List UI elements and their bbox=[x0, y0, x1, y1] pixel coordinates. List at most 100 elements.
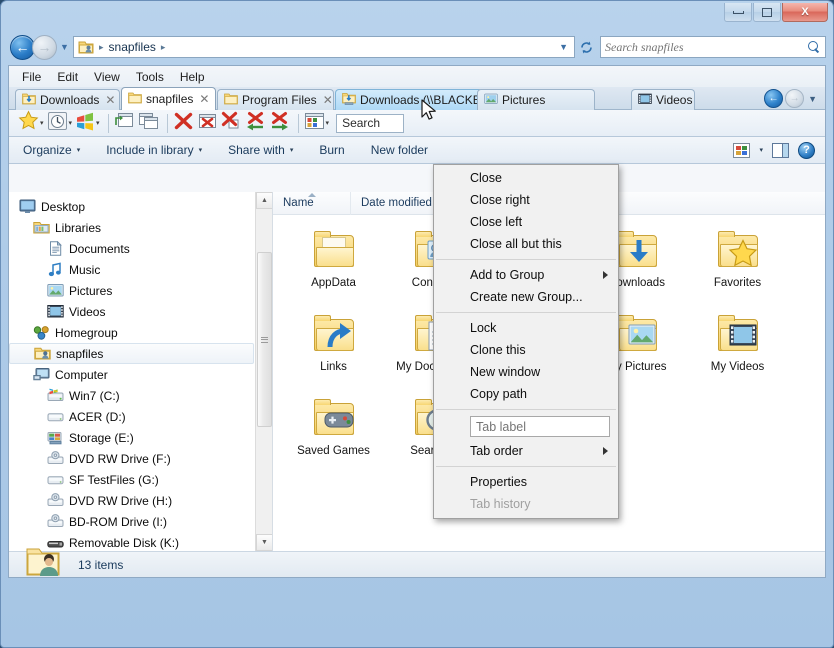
file-item[interactable]: Saved Games bbox=[283, 395, 384, 479]
breadcrumb-separator-2[interactable]: ▸ bbox=[159, 42, 168, 53]
forward-button[interactable]: → bbox=[32, 34, 57, 60]
file-item[interactable]: Favorites bbox=[687, 227, 788, 311]
favorites-button[interactable]: ▾ bbox=[18, 110, 44, 136]
navigation-pane[interactable]: Desktop Libraries Documents Music Pictures Vi… bbox=[9, 192, 273, 551]
scroll-up-button[interactable]: ▲ bbox=[256, 192, 272, 209]
nav-item-dvd-rw-drive-f[interactable]: DVD RW Drive (F:) bbox=[9, 448, 254, 469]
menu-view[interactable]: View bbox=[94, 70, 120, 84]
address-dropdown-icon[interactable]: ▼ bbox=[559, 42, 572, 52]
nav-item-pictures[interactable]: Pictures bbox=[9, 280, 254, 301]
tab-program-files[interactable]: Program Files ✕ bbox=[217, 89, 334, 110]
clone-tab-button[interactable] bbox=[138, 111, 159, 135]
nav-item-libraries[interactable]: Libraries bbox=[9, 217, 254, 238]
menu-item-properties[interactable]: Properties bbox=[434, 471, 618, 493]
tab-forward-button[interactable]: → bbox=[785, 89, 805, 108]
tab-snapfiles[interactable]: snapfiles ✕ bbox=[121, 87, 216, 110]
menu-item-add-to-group[interactable]: Add to Group bbox=[434, 264, 618, 286]
close-all-tabs-button[interactable] bbox=[221, 111, 242, 136]
help-icon[interactable]: ? bbox=[798, 141, 815, 159]
address-bar[interactable]: ▸ snapfiles ▸ ▼ bbox=[73, 36, 575, 58]
close-window-tab-button[interactable] bbox=[197, 111, 218, 136]
nav-item-bd-rom-drive-i[interactable]: BD-ROM Drive (I:) bbox=[9, 511, 254, 532]
change-view-icon[interactable] bbox=[733, 142, 751, 158]
network-folder-icon bbox=[342, 92, 356, 108]
nav-item-storage-e[interactable]: Storage (E:) bbox=[9, 427, 254, 448]
breadcrumb-snapfiles[interactable]: snapfiles bbox=[106, 40, 159, 54]
menu-item-clone-this[interactable]: Clone this bbox=[434, 339, 618, 361]
tab-close-icon[interactable]: ✕ bbox=[321, 93, 333, 107]
file-item[interactable]: AppData bbox=[283, 227, 384, 311]
menu-item-create-new-group[interactable]: Create new Group... bbox=[434, 286, 618, 308]
tab-back-button[interactable]: ← bbox=[764, 89, 784, 108]
maximize-button[interactable] bbox=[753, 3, 781, 22]
nav-item-dvd-rw-drive-h[interactable]: DVD RW Drive (H:) bbox=[9, 490, 254, 511]
burn-button[interactable]: Burn bbox=[319, 143, 344, 157]
chevron-down-icon[interactable]: ▾ bbox=[759, 146, 763, 154]
file-item[interactable]: Links bbox=[283, 311, 384, 395]
nav-item-win7-c[interactable]: Win7 (C:) bbox=[9, 385, 254, 406]
history-button[interactable]: ▾ bbox=[47, 111, 73, 136]
nav-item-sf-testfiles-g[interactable]: SF TestFiles (G:) bbox=[9, 469, 254, 490]
menu-item-close-right[interactable]: Close right bbox=[434, 189, 618, 211]
new-folder-button[interactable]: New folder bbox=[371, 143, 428, 157]
refresh-button[interactable] bbox=[575, 36, 597, 58]
close-left-tabs-button[interactable] bbox=[245, 111, 266, 136]
nav-item-documents[interactable]: Documents bbox=[9, 238, 254, 259]
tab-downloads[interactable]: Downloads ✕ bbox=[15, 89, 120, 110]
nav-item-computer[interactable]: Computer bbox=[9, 364, 254, 385]
close-button[interactable]: X bbox=[782, 3, 828, 22]
include-in-library-button[interactable]: Include in library ▾ bbox=[106, 143, 202, 157]
share-with-button[interactable]: Share with ▾ bbox=[228, 143, 293, 157]
search-input[interactable] bbox=[605, 39, 808, 55]
chevron-down-icon[interactable]: ▾ bbox=[69, 119, 73, 127]
chevron-down-icon[interactable]: ▾ bbox=[96, 119, 100, 127]
file-item[interactable]: My Videos bbox=[687, 311, 788, 395]
search-box[interactable] bbox=[600, 36, 826, 58]
toolbar-search-field[interactable]: Search bbox=[336, 113, 405, 133]
column-header-name[interactable]: Name bbox=[273, 192, 351, 215]
menu-item-lock[interactable]: Lock bbox=[434, 317, 618, 339]
minimize-button[interactable] bbox=[724, 3, 752, 22]
nav-item-snapfiles[interactable]: snapfiles bbox=[9, 343, 254, 364]
nav-pane-scrollbar[interactable]: ▲ ▼ bbox=[255, 192, 272, 551]
menu-file[interactable]: File bbox=[22, 70, 41, 84]
organize-button[interactable]: Organize ▾ bbox=[23, 143, 80, 157]
menu-item-close[interactable]: Close bbox=[434, 167, 618, 189]
menu-item-copy-path[interactable]: Copy path bbox=[434, 383, 618, 405]
scroll-down-button[interactable]: ▼ bbox=[256, 534, 272, 551]
windows-menu-button[interactable]: ▾ bbox=[75, 111, 100, 136]
scrollbar-thumb[interactable] bbox=[257, 252, 272, 427]
preview-pane-icon[interactable] bbox=[772, 142, 789, 158]
tab-label-input[interactable] bbox=[470, 416, 610, 437]
nav-item-homegroup[interactable]: Homegroup bbox=[9, 322, 254, 343]
tab-pictures[interactable]: Pictures bbox=[477, 89, 595, 110]
view-mode-button[interactable]: ▾ bbox=[304, 112, 330, 135]
chevron-down-icon[interactable]: ▾ bbox=[40, 119, 44, 127]
menu-item-close-left[interactable]: Close left bbox=[434, 211, 618, 233]
tab-context-menu[interactable]: Close Close right Close left Close all but … bbox=[433, 164, 619, 519]
chevron-down-icon[interactable]: ▾ bbox=[326, 119, 330, 127]
tab-close-icon[interactable]: ✕ bbox=[197, 92, 209, 106]
history-dropdown-button[interactable]: ▼ bbox=[57, 36, 72, 58]
menu-item-new-window[interactable]: New window bbox=[434, 361, 618, 383]
close-tab-button[interactable] bbox=[173, 111, 194, 136]
nav-item-acer-d[interactable]: ACER (D:) bbox=[9, 406, 254, 427]
menu-item-close-all-but-this[interactable]: Close all but this bbox=[434, 233, 618, 255]
nav-item-desktop[interactable]: Desktop bbox=[9, 196, 254, 217]
column-header-date-modified[interactable]: Date modified bbox=[351, 192, 443, 215]
tab-list-dropdown-icon[interactable]: ▼ bbox=[806, 94, 817, 104]
windows-flag-icon bbox=[75, 111, 95, 136]
tab-close-icon[interactable]: ✕ bbox=[103, 93, 115, 107]
menu-help[interactable]: Help bbox=[180, 70, 205, 84]
close-right-tabs-button[interactable] bbox=[269, 111, 290, 136]
menu-item-tab-order[interactable]: Tab order bbox=[434, 440, 618, 462]
new-tab-button[interactable] bbox=[114, 111, 135, 135]
menu-edit[interactable]: Edit bbox=[57, 70, 78, 84]
tab-videos[interactable]: Videos ✕ bbox=[631, 89, 695, 110]
user-folder-icon bbox=[78, 39, 94, 55]
nav-item-videos[interactable]: Videos bbox=[9, 301, 254, 322]
libraries-icon bbox=[33, 220, 50, 236]
menu-tools[interactable]: Tools bbox=[136, 70, 164, 84]
nav-item-music[interactable]: Music bbox=[9, 259, 254, 280]
tab-downloads-network[interactable]: Downloads (\\BLACKBOX bbox=[335, 89, 483, 110]
